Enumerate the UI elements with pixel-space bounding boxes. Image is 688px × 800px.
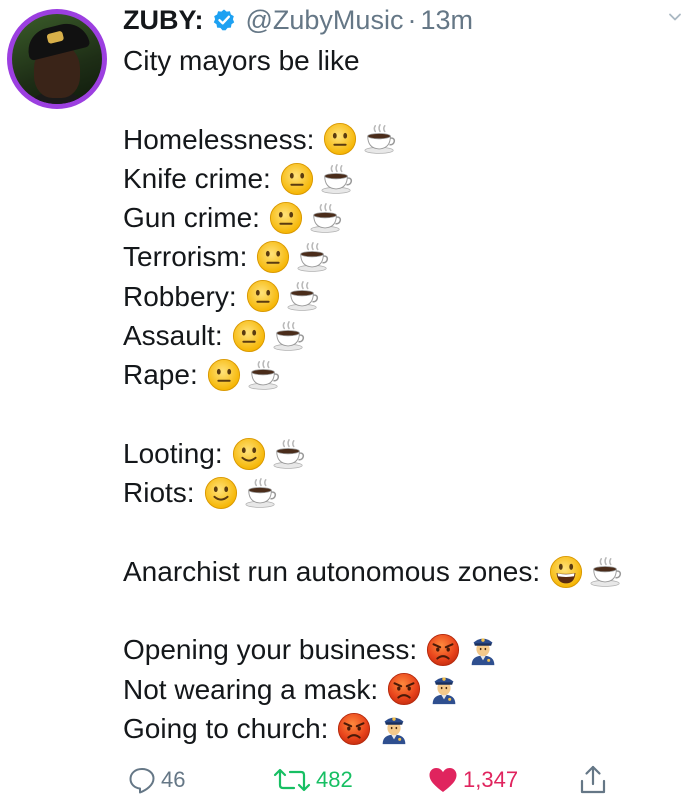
police-officer-icon xyxy=(427,672,461,706)
tweet-line: Riots: xyxy=(123,473,688,512)
hot-beverage-icon xyxy=(589,555,623,589)
share-button[interactable] xyxy=(578,762,612,798)
display-name[interactable]: ZUBY: xyxy=(123,5,204,36)
angry-face-icon xyxy=(387,672,421,706)
tweet-line: Going to church: xyxy=(123,709,688,748)
neutral-face-icon xyxy=(207,358,241,392)
timestamp[interactable]: 13m xyxy=(420,5,473,36)
angry-face-icon xyxy=(426,633,460,667)
line-label: Robbery: xyxy=(123,280,237,312)
angry-face-icon xyxy=(337,712,371,746)
line-label: Opening your business: xyxy=(123,634,418,666)
neutral-face-icon xyxy=(232,319,266,353)
tweet-line: Rape: xyxy=(123,355,688,394)
neutral-face-icon xyxy=(280,162,314,196)
tweet-text: City mayors be like Homelessness: Knife c… xyxy=(123,41,688,748)
hot-beverage-icon xyxy=(272,319,306,353)
slightly-smiling-face-icon xyxy=(204,476,238,510)
tweet-line: Assault: xyxy=(123,316,688,355)
neutral-face-icon xyxy=(246,279,280,313)
line-label: Going to church: xyxy=(123,713,329,745)
tweet-line: Not wearing a mask: xyxy=(123,670,688,709)
slightly-smiling-face-icon xyxy=(232,437,266,471)
tweet: ZUBY: @ZubyMusic · 13m City mayors be li… xyxy=(0,0,688,800)
verified-badge-icon xyxy=(213,9,234,31)
group-2: Looting: Riots: xyxy=(123,434,688,513)
header-separator: · xyxy=(407,4,417,35)
avatar-cap-logo xyxy=(46,30,65,45)
line-label: Knife crime: xyxy=(123,162,271,194)
neutral-face-icon xyxy=(269,201,303,235)
handle[interactable]: @ZubyMusic xyxy=(246,5,404,36)
retweet-button[interactable]: 482 xyxy=(272,762,353,798)
group-4: Opening your business: Not wearing a mask… xyxy=(123,630,688,748)
group-3: Anarchist run autonomous zones: xyxy=(123,552,688,591)
tweet-header: ZUBY: @ZubyMusic · 13m xyxy=(123,0,473,40)
tweet-line: Terrorism: xyxy=(123,237,688,276)
reply-count: 46 xyxy=(161,767,186,792)
hot-beverage-icon xyxy=(309,201,343,235)
reply-button[interactable]: 46 xyxy=(127,762,185,798)
tweet-line: Anarchist run autonomous zones: xyxy=(123,552,688,591)
tweet-intro: City mayors be like xyxy=(123,41,688,80)
line-label: Looting: xyxy=(123,437,223,469)
tweet-actions: 46 482 1,347 xyxy=(127,762,627,798)
tweet-line: Opening your business: xyxy=(123,630,688,669)
retweet-icon xyxy=(273,768,311,792)
grinning-face-icon xyxy=(549,555,583,589)
tweet-line: Looting: xyxy=(123,434,688,473)
tweet-line: Gun crime: xyxy=(123,198,688,237)
line-label: Homelessness: xyxy=(123,123,315,155)
hot-beverage-icon xyxy=(244,476,278,510)
line-label: Anarchist run autonomous zones: xyxy=(123,555,541,587)
tweet-line: Knife crime: xyxy=(123,159,688,198)
line-label: Not wearing a mask: xyxy=(123,673,379,705)
police-officer-icon xyxy=(377,712,411,746)
hot-beverage-icon xyxy=(272,437,306,471)
police-officer-icon xyxy=(466,633,500,667)
hot-beverage-icon xyxy=(247,358,281,392)
line-label: Assault: xyxy=(123,320,223,352)
hot-beverage-icon xyxy=(296,240,330,274)
neutral-face-icon xyxy=(256,240,290,274)
share-icon xyxy=(580,765,606,794)
heart-icon xyxy=(429,768,457,792)
reply-icon xyxy=(129,768,155,794)
avatar[interactable] xyxy=(7,9,107,109)
chevron-down-icon[interactable] xyxy=(668,10,682,24)
hot-beverage-icon xyxy=(320,162,354,196)
line-label: Terrorism: xyxy=(123,241,248,273)
hot-beverage-icon xyxy=(363,122,397,156)
neutral-face-icon xyxy=(323,122,357,156)
avatar-photo xyxy=(12,14,102,104)
hot-beverage-icon xyxy=(286,279,320,313)
like-button[interactable]: 1,347 xyxy=(427,762,518,798)
retweet-count: 482 xyxy=(316,767,353,792)
group-1: Homelessness: Knife crime: Gun crime: Terro… xyxy=(123,120,688,395)
line-label: Rape: xyxy=(123,359,198,391)
intro-text: City mayors be like xyxy=(123,45,360,76)
tweet-line: Robbery: xyxy=(123,277,688,316)
like-count: 1,347 xyxy=(463,767,519,792)
line-label: Gun crime: xyxy=(123,202,260,234)
line-label: Riots: xyxy=(123,477,195,509)
tweet-line: Homelessness: xyxy=(123,120,688,159)
